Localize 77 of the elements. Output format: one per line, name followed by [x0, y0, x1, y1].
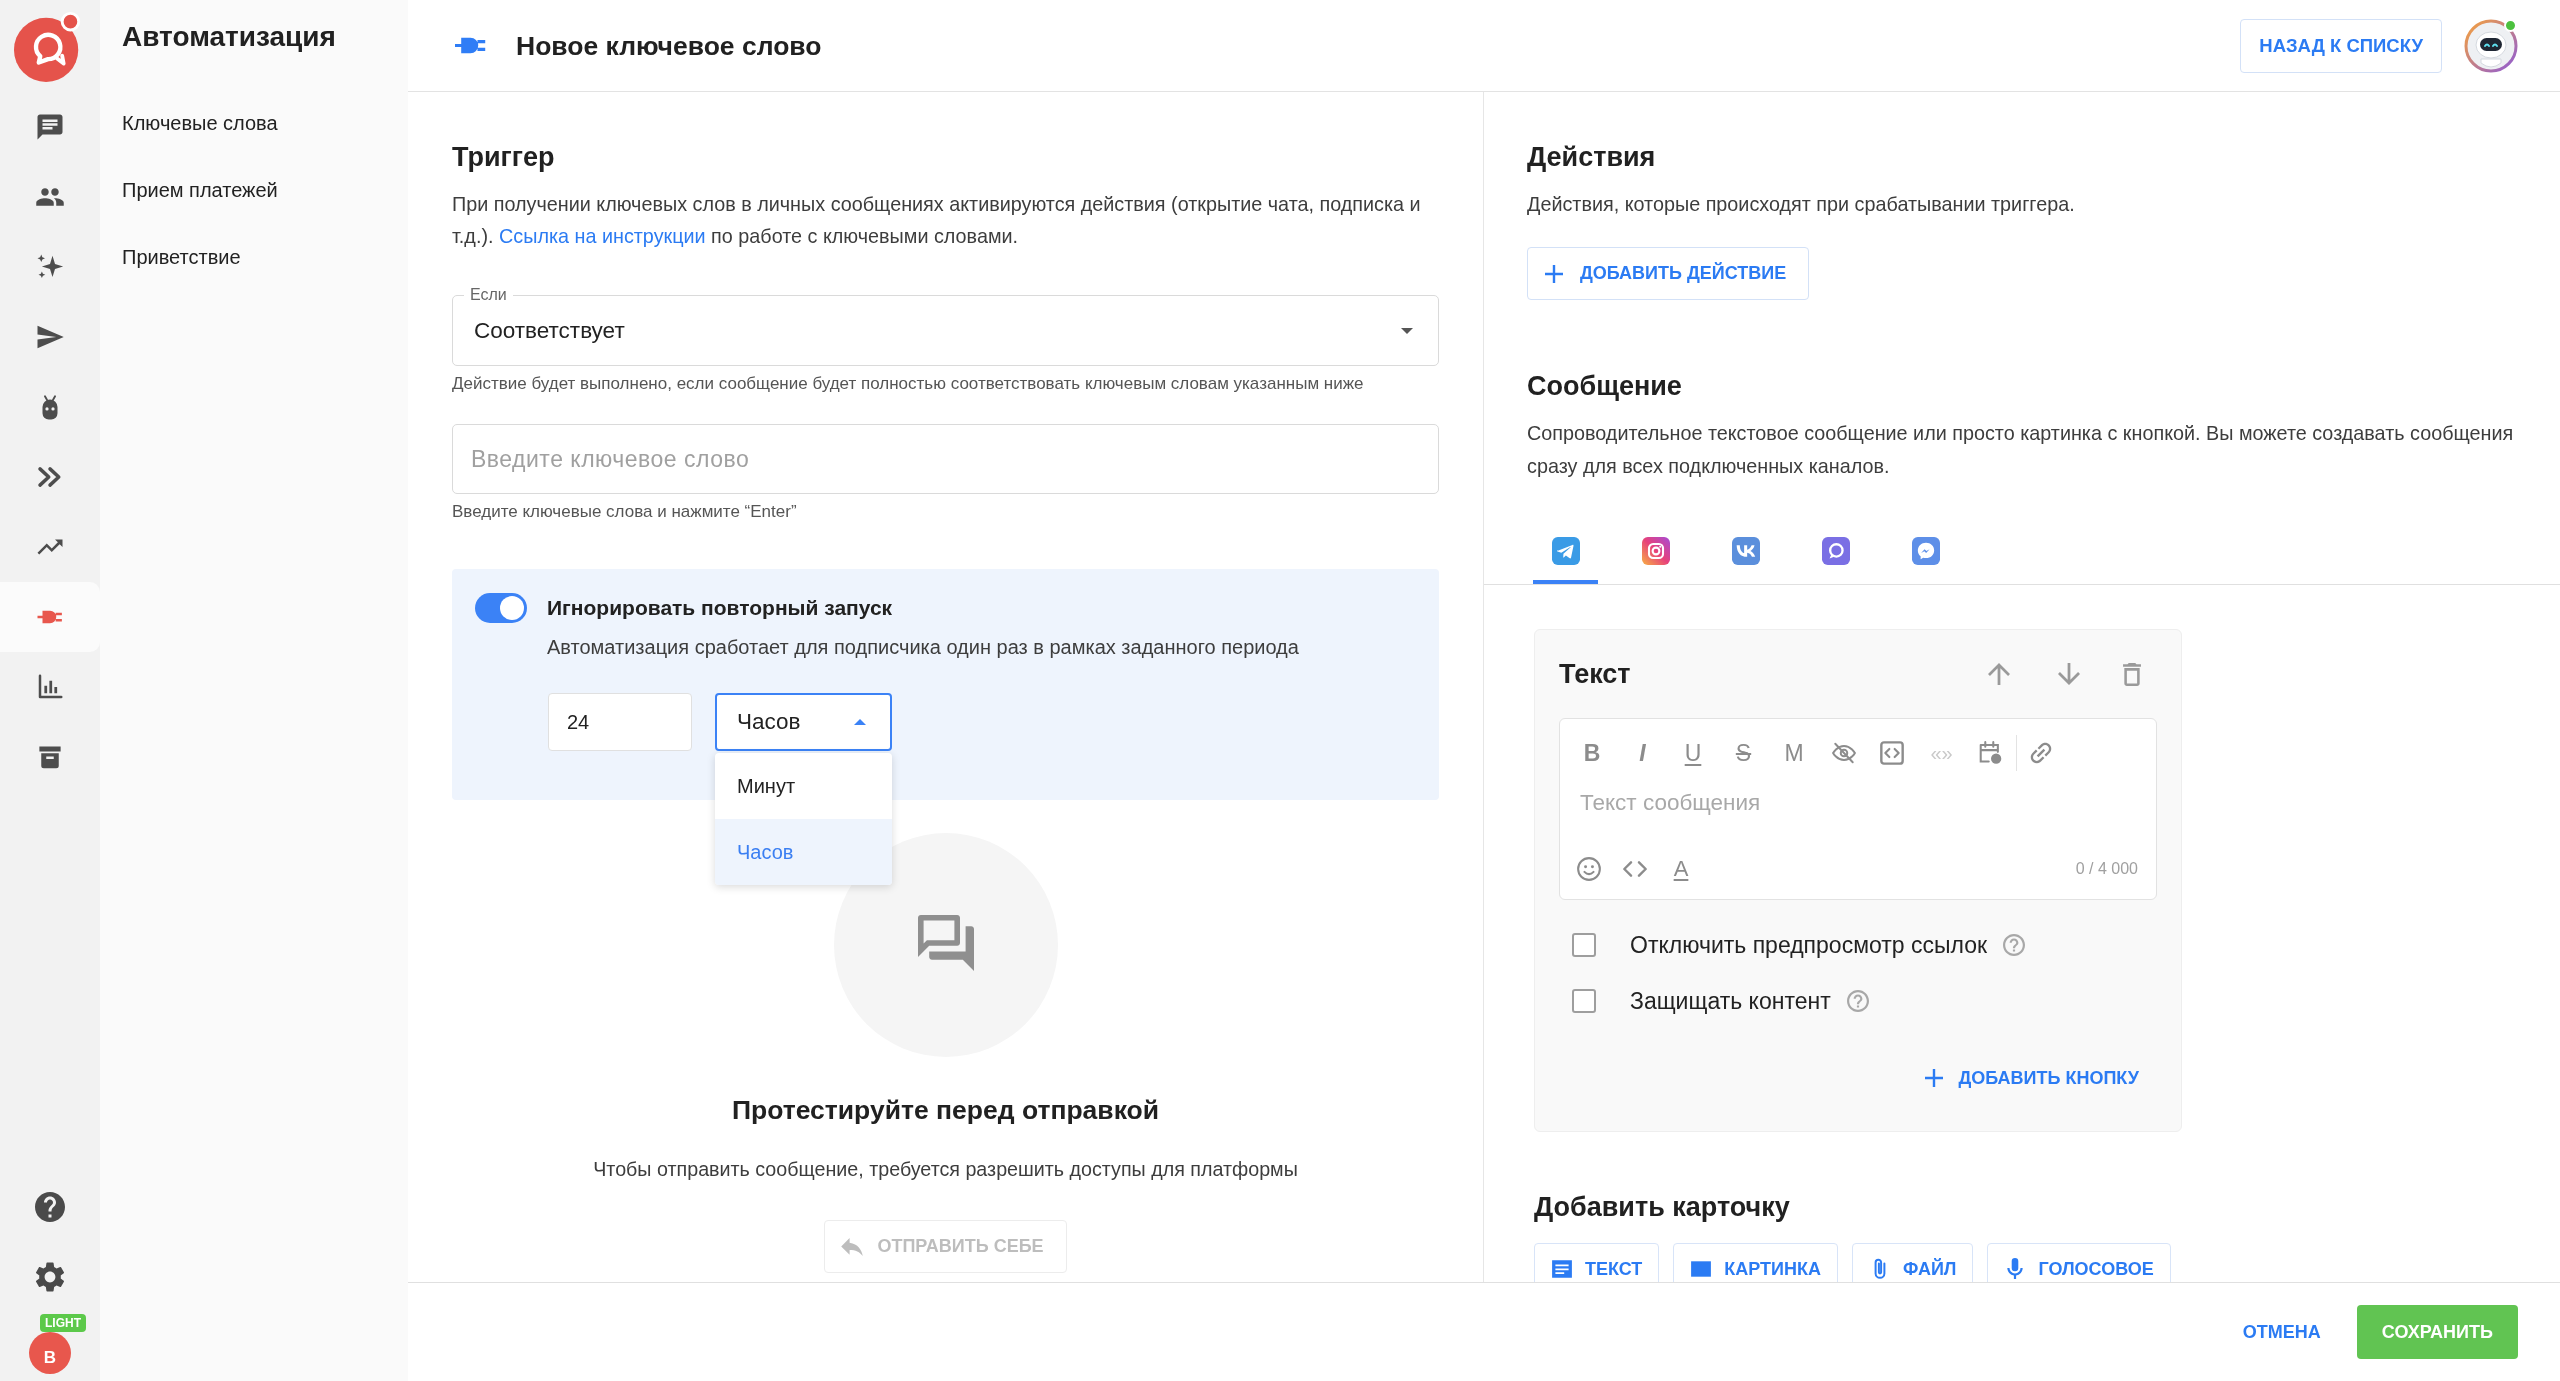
plan-badge: LIGHT [40, 1314, 86, 1332]
menu-item[interactable]: Ключевые слова [122, 112, 278, 135]
checkbox-label: Защищать контент [1630, 987, 1831, 1015]
character-counter: 0 / 4 000 [2075, 860, 2138, 878]
add-card-button[interactable]: ГОЛОСОВОЕ [1987, 1243, 2171, 1282]
checkbox[interactable] [1572, 989, 1596, 1013]
message-editor[interactable]: B I U S M «» Текст сообщения A 0 / 4 000 [1559, 718, 2157, 900]
unit-select[interactable]: Часов [715, 693, 892, 751]
save-button[interactable]: СОХРАНИТЬ [2356, 1305, 2518, 1359]
back-to-list-button[interactable]: НАЗАД К СПИСКУ [2240, 18, 2442, 73]
vk-logo-icon [1731, 537, 1760, 565]
strikethrough-button[interactable]: S [1730, 738, 1757, 768]
plug-icon [455, 36, 486, 55]
section-description: Действия, которые происходят при срабатывании триггера. [1527, 192, 2076, 217]
checkbox-label: Отключить предпросмотр ссылок [1630, 931, 1988, 959]
settings-icon[interactable] [35, 1262, 65, 1292]
calendar-clock-icon[interactable] [1979, 741, 2003, 765]
emoji-icon[interactable] [1577, 857, 1601, 881]
test-title: Протестируйте перед отправкой [731, 1095, 1160, 1125]
arrow-down-icon[interactable] [2058, 663, 2080, 685]
section-heading: Добавить карточку [1534, 1191, 1791, 1224]
add-button-button[interactable]: ДОБАВИТЬ КНОПКУ [1924, 1058, 2139, 1098]
message-input[interactable]: Текст сообщения [1560, 787, 2156, 839]
caret-down-icon [1401, 327, 1413, 334]
dropdown-option[interactable]: Часов [715, 819, 892, 885]
plus-icon [1924, 1068, 1945, 1088]
caret-up-icon [854, 719, 866, 725]
sidebar-nav-button[interactable] [0, 582, 100, 652]
chat-ring-icon [1821, 537, 1850, 565]
text-color-button[interactable]: A [1669, 854, 1693, 884]
notes-icon [1551, 1258, 1573, 1280]
link-icon[interactable] [2029, 741, 2053, 765]
cancel-button[interactable]: ОТМЕНА [2234, 1312, 2329, 1352]
option-description: Автоматизация сработает для подписчика один раз в рамках заданного периода [547, 635, 1300, 659]
lightning-bubble-icon [1911, 537, 1940, 565]
image-icon [1690, 1258, 1713, 1280]
camera-icon [1641, 537, 1670, 565]
section-description: Сопроводительное текстовое сообщение или просто картинка с кнопкой. Вы можете создавать сообщения сразу для всех подключенных каналов. [1527, 421, 2515, 479]
number-input[interactable]: 24 [548, 693, 692, 751]
section-heading: Триггер [452, 141, 556, 174]
option-title: Игнорировать повторный запуск [547, 596, 893, 620]
monospace-button[interactable]: M [1781, 738, 1807, 768]
eye-off-icon[interactable] [1831, 741, 1856, 765]
checkbox[interactable] [1572, 933, 1596, 957]
arrow-up-icon[interactable] [1988, 663, 2010, 685]
chat-bubbles-icon [833, 833, 1058, 1057]
page-title: Новое ключевое слово [516, 29, 822, 63]
menu-item[interactable]: Прием платежей [122, 179, 278, 202]
toggle-switch[interactable] [475, 593, 527, 623]
test-description: Чтобы отправить сообщение, требуется разрешить доступы для платформы [593, 1158, 1298, 1180]
plus-icon [1544, 263, 1564, 284]
italic-button[interactable]: I [1629, 738, 1656, 768]
bold-button[interactable]: B [1579, 738, 1605, 768]
add-card-button[interactable]: КАРТИНКА [1673, 1243, 1838, 1282]
menu-item[interactable]: Приветствие [122, 246, 241, 269]
instructions-link[interactable]: Ссылка на инструкции [499, 225, 706, 247]
helper-text: Введите ключевые слова и нажмите “Enter” [452, 502, 798, 522]
section-heading: Сообщение [1527, 370, 1683, 403]
add-card-button[interactable]: ФАЙЛ [1851, 1243, 1974, 1282]
chat-icon [35, 112, 65, 142]
trigger-description: При получении ключевых слов в личных сообщениях активируются действия (открытие чата, подписка и т.д.). Ссылка на инструкции по работе с ключевыми словами. [452, 192, 1422, 249]
account-avatar[interactable]: B [29, 1331, 71, 1374]
trash-icon[interactable] [2123, 662, 2141, 686]
keyword-input[interactable]: Введите ключевое слово [452, 424, 1439, 494]
help-icon[interactable] [35, 1192, 65, 1222]
helper-text: Действие будет выполнено, если сообщение будет полностью соответствовать ключевым словам указанным ниже [452, 374, 1365, 394]
section-title: Автоматизация [122, 20, 337, 54]
section-heading: Действия [1527, 141, 1657, 174]
underline-button[interactable]: U [1680, 738, 1706, 768]
bot-avatar[interactable] [2464, 18, 2518, 73]
code-block-icon[interactable] [1880, 741, 1904, 765]
card-title: Текст [1559, 658, 1631, 690]
reply-icon [841, 1237, 864, 1256]
paper-plane-icon [1551, 537, 1580, 565]
add-action-button[interactable]: ДОБАВИТЬ ДЕЙСТВИЕ [1527, 247, 1810, 300]
add-card-button[interactable]: ТЕКСТ [1534, 1243, 1660, 1282]
dropdown-option[interactable]: Минут [715, 753, 892, 819]
